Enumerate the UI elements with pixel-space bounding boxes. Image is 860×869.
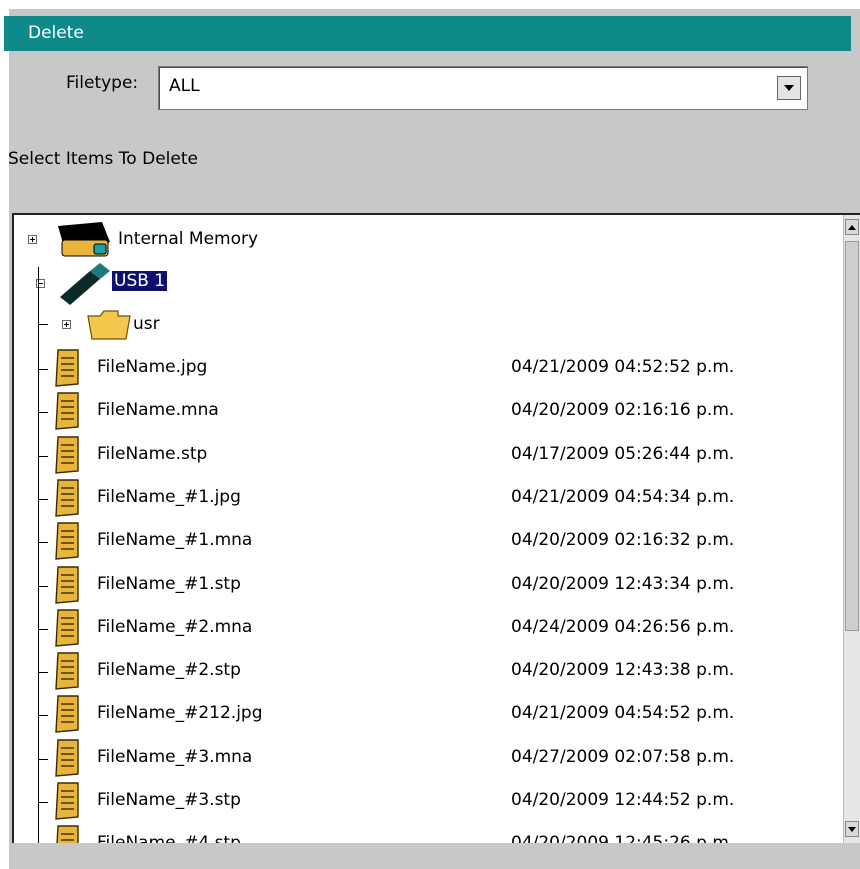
- document-icon: [55, 652, 79, 690]
- file-item-date: 04/17/2009 05:26:44 p.m.: [511, 444, 735, 464]
- document-icon: [55, 479, 79, 517]
- tree-connector: [38, 672, 48, 673]
- dialog-title: Delete: [4, 16, 851, 51]
- file-item-name[interactable]: FileName.jpg: [97, 357, 207, 377]
- chevron-down-icon[interactable]: [777, 76, 801, 100]
- tree-connector: [38, 456, 48, 457]
- file-item-name[interactable]: FileName.mna: [97, 400, 219, 420]
- file-item-name[interactable]: FileName_#1.jpg: [97, 487, 241, 507]
- tree-connector: [38, 499, 48, 500]
- file-item-name[interactable]: FileName.stp: [97, 444, 207, 464]
- document-icon: [56, 825, 79, 843]
- file-tree: Internal Memory USB 1 usr FileName.jpg 04…: [12, 213, 860, 843]
- file-item-date: 04/21/2009 04:54:52 p.m.: [511, 703, 735, 723]
- file-item-date: 04/20/2009 12:43:34 p.m.: [511, 574, 735, 594]
- memory-card-icon: [58, 222, 110, 257]
- file-item-date: 04/24/2009 04:26:56 p.m.: [511, 617, 735, 637]
- instructions-label: Select Items To Delete: [8, 149, 198, 169]
- tree-item-usr-folder[interactable]: usr: [133, 314, 160, 334]
- document-icon: [55, 695, 79, 733]
- document-icon: [55, 349, 79, 387]
- document-icon: [55, 522, 79, 560]
- tree-connector: [38, 715, 48, 716]
- file-item-name[interactable]: FileName_#3.stp: [97, 790, 241, 810]
- tree-connector: [38, 412, 48, 413]
- scroll-thumb[interactable]: [845, 241, 859, 631]
- tree-connector: [38, 369, 48, 370]
- tree-item-usb-1[interactable]: USB 1: [112, 271, 168, 291]
- file-item-date: 04/21/2009 04:54:34 p.m.: [511, 487, 735, 507]
- document-icon: [55, 436, 79, 474]
- file-item-name[interactable]: FileName_#2.stp: [97, 660, 241, 680]
- file-item-name[interactable]: FileName_#1.mna: [97, 530, 252, 550]
- status-bar: [12, 843, 860, 869]
- file-item-name[interactable]: FileName_#1.stp: [97, 574, 241, 594]
- file-item-date: 04/20/2009 02:16:32 p.m.: [511, 530, 735, 550]
- tree-item-internal-memory[interactable]: Internal Memory: [118, 229, 258, 249]
- tree-connector: [38, 324, 48, 325]
- tree-connector: [38, 542, 48, 543]
- document-icon: [55, 609, 79, 647]
- file-item-name[interactable]: FileName_#2.mna: [97, 617, 252, 637]
- tree-connector: [38, 629, 48, 630]
- file-item-name[interactable]: FileName_#3.mna: [97, 747, 252, 767]
- expand-internal-memory-button[interactable]: [28, 235, 37, 244]
- filetype-dropdown[interactable]: ALL: [158, 66, 808, 110]
- scroll-up-button[interactable]: [845, 219, 859, 235]
- usb-drive-icon: [60, 263, 110, 305]
- document-icon: [55, 739, 79, 777]
- filetype-value: ALL: [169, 76, 200, 96]
- document-icon: [55, 392, 79, 430]
- tree-connector: [38, 802, 48, 803]
- file-item-date: 04/20/2009 12:43:38 p.m.: [511, 660, 735, 680]
- file-item-date: 04/20/2009 12:44:52 p.m.: [511, 790, 735, 810]
- file-item-date: 04/20/2009 12:45:26 p.m.: [511, 833, 735, 843]
- file-item-name[interactable]: FileName_#4.stp: [97, 833, 241, 843]
- tree-scrollbar[interactable]: [843, 215, 860, 843]
- folder-icon: [87, 310, 131, 340]
- tree-connector: [38, 759, 48, 760]
- expand-folder-button[interactable]: [62, 320, 71, 329]
- file-item-date: 04/20/2009 02:16:16 p.m.: [511, 400, 735, 420]
- document-icon: [55, 782, 79, 820]
- scroll-down-button[interactable]: [845, 821, 859, 837]
- file-item-date: 04/27/2009 02:07:58 p.m.: [511, 747, 735, 767]
- tree-branch-line: [38, 267, 39, 843]
- file-item-date: 04/21/2009 04:52:52 p.m.: [511, 357, 735, 377]
- document-icon: [55, 566, 79, 604]
- tree-connector: [38, 586, 48, 587]
- filetype-label: Filetype:: [66, 73, 139, 93]
- file-item-name[interactable]: FileName_#212.jpg: [97, 703, 263, 723]
